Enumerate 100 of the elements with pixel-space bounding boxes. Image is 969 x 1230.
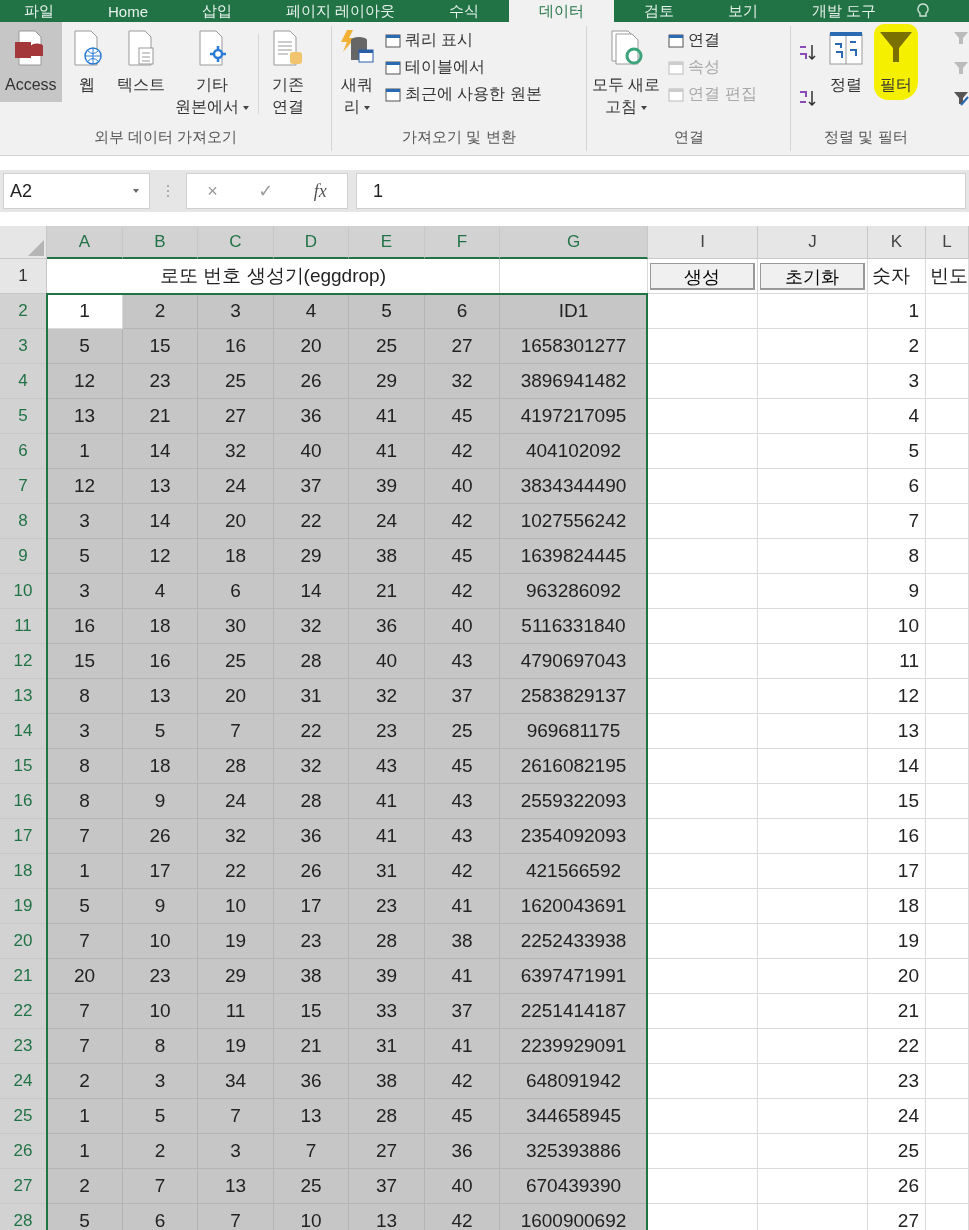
- table-cell: 37: [274, 469, 349, 504]
- row-header[interactable]: 14: [0, 714, 47, 749]
- ribbon-button[interactable]: 최근에 사용한 원본: [382, 84, 544, 105]
- column-header[interactable]: D: [274, 226, 349, 259]
- row-header[interactable]: 18: [0, 854, 47, 889]
- ribbon-button[interactable]: Access: [0, 22, 62, 102]
- formula-input[interactable]: 1: [356, 173, 966, 209]
- column-header[interactable]: B: [123, 226, 198, 259]
- ribbon-tab[interactable]: 데이터: [509, 0, 615, 22]
- table-cell: 14: [868, 749, 926, 784]
- table-cell: 43: [425, 644, 500, 679]
- generate-button[interactable]: 생성: [650, 262, 755, 290]
- ribbon-tab[interactable]: 개발 도구: [788, 0, 901, 22]
- ribbon-button[interactable]: 텍스트: [111, 22, 170, 102]
- row-header[interactable]: 10: [0, 574, 47, 609]
- column-header[interactable]: E: [349, 226, 425, 259]
- row-header[interactable]: 26: [0, 1134, 47, 1169]
- row-header[interactable]: 1: [0, 259, 47, 294]
- ribbon-button[interactable]: 기존 연결: [262, 22, 313, 124]
- row-header[interactable]: 15: [0, 749, 47, 784]
- column-header[interactable]: A: [47, 226, 123, 259]
- row-header[interactable]: 22: [0, 994, 47, 1029]
- ribbon-button[interactable]: 정렬: [821, 22, 871, 102]
- table-cell: 13: [123, 469, 198, 504]
- name-box[interactable]: A2: [3, 173, 150, 209]
- table-cell: 421566592: [500, 854, 648, 889]
- row-header[interactable]: 4: [0, 364, 47, 399]
- ribbon-tab[interactable]: 페이지 레이아웃: [262, 0, 420, 22]
- row-header[interactable]: 9: [0, 539, 47, 574]
- table-cell: 37: [425, 679, 500, 714]
- table-cell: 42: [425, 434, 500, 469]
- table-cell: 3: [868, 364, 926, 399]
- table-cell: 숫자: [868, 259, 926, 294]
- row-header[interactable]: 23: [0, 1029, 47, 1064]
- row-header[interactable]: 17: [0, 819, 47, 854]
- table-cell: 2559322093: [500, 784, 648, 819]
- row-header[interactable]: 20: [0, 924, 47, 959]
- table-cell: 2252433938: [500, 924, 648, 959]
- row-header[interactable]: 6: [0, 434, 47, 469]
- row-header[interactable]: 16: [0, 784, 47, 819]
- column-header[interactable]: J: [758, 226, 868, 259]
- table-cell: 16: [198, 329, 274, 364]
- table-cell: 12: [868, 679, 926, 714]
- ribbon-button[interactable]: 필터: [871, 22, 921, 102]
- reset-button[interactable]: 초기화: [760, 262, 865, 290]
- row-header[interactable]: 2: [0, 294, 47, 329]
- table-cell: 2: [123, 1134, 198, 1169]
- ribbon-tab[interactable]: 파일: [0, 0, 78, 22]
- sort-descending-icon[interactable]: [797, 88, 819, 108]
- table-cell: 15: [868, 784, 926, 819]
- ribbon-tab[interactable]: 보기: [704, 0, 783, 22]
- ribbon-tab[interactable]: 수식: [425, 0, 504, 22]
- row-header[interactable]: 27: [0, 1169, 47, 1204]
- column-header[interactable]: G: [500, 226, 648, 259]
- ribbon-tab[interactable]: 삽입: [178, 0, 256, 22]
- row-header[interactable]: 8: [0, 504, 47, 539]
- column-header[interactable]: I: [648, 226, 758, 259]
- ribbon-button[interactable]: 웹: [61, 22, 112, 102]
- table-cell: 31: [349, 1029, 425, 1064]
- column-header[interactable]: F: [425, 226, 500, 259]
- table-cell: 43: [425, 819, 500, 854]
- column-header[interactable]: K: [868, 226, 926, 259]
- ribbon-button[interactable]: 모두 새로 고침: [587, 22, 666, 124]
- row-header[interactable]: 5: [0, 399, 47, 434]
- table-cell: 8: [123, 1029, 198, 1064]
- row-header[interactable]: 24: [0, 1064, 47, 1099]
- table-cell: 28: [274, 644, 349, 679]
- sort-ascending-icon[interactable]: [797, 42, 819, 62]
- row-header[interactable]: 25: [0, 1099, 47, 1134]
- ribbon-button[interactable]: 기타 원본에서: [169, 22, 254, 124]
- table-cell: 1: [868, 294, 926, 329]
- cancel-button[interactable]: ×: [203, 180, 222, 202]
- table-cell: 325393886: [500, 1134, 648, 1169]
- table-cell: 42: [425, 854, 500, 889]
- row-header[interactable]: 7: [0, 469, 47, 504]
- insert-function-button[interactable]: fx: [309, 180, 331, 202]
- table-cell: 20: [47, 959, 123, 994]
- row-header[interactable]: 13: [0, 679, 47, 714]
- table-cell: 38: [349, 1064, 425, 1099]
- row-header[interactable]: 21: [0, 959, 47, 994]
- column-header[interactable]: L: [926, 226, 969, 259]
- column-header[interactable]: C: [198, 226, 274, 259]
- ribbon-button[interactable]: 테이블에서: [382, 57, 544, 78]
- row-header[interactable]: 12: [0, 644, 47, 679]
- table-cell: 3: [198, 294, 274, 329]
- row-header[interactable]: 19: [0, 889, 47, 924]
- ribbon-tab[interactable]: 검토: [620, 0, 699, 22]
- table-cell: 41: [349, 434, 425, 469]
- row-header[interactable]: 3: [0, 329, 47, 364]
- table-cell: [926, 924, 969, 959]
- row-header[interactable]: 11: [0, 609, 47, 644]
- ribbon-button[interactable]: 쿼리 표시: [382, 30, 544, 51]
- ribbon-button[interactable]: 새쿼 리: [332, 22, 382, 124]
- row-header[interactable]: 28: [0, 1204, 47, 1230]
- lightbulb-icon[interactable]: [916, 3, 931, 19]
- enter-button[interactable]: ✓: [254, 180, 278, 202]
- filter-pen-icon[interactable]: [953, 90, 969, 106]
- ribbon-button[interactable]: 연결: [665, 30, 759, 51]
- ribbon-tab[interactable]: Home: [84, 0, 172, 22]
- table-cell: [926, 1134, 969, 1169]
